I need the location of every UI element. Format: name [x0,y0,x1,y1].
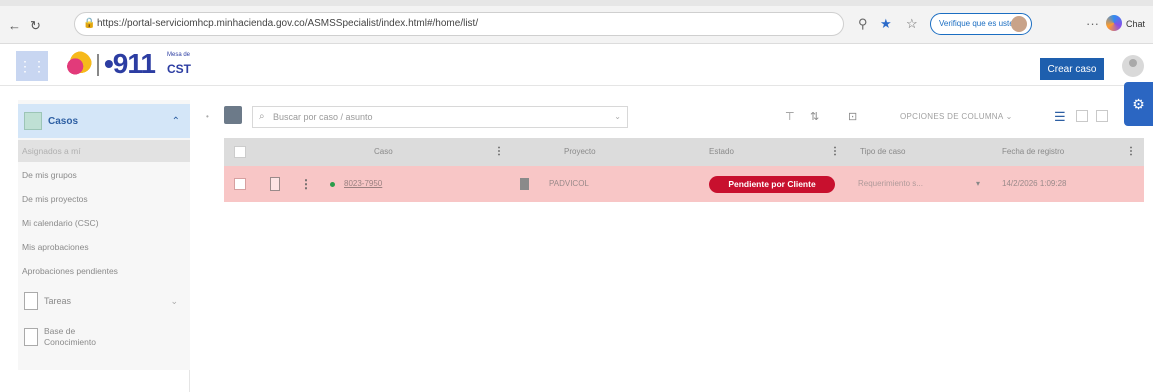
back-arrow-icon[interactable]: ← [8,18,21,33]
logo-cst-text: CST [167,62,191,76]
trash-icon[interactable] [520,178,529,190]
logo-911-text: •911 [104,48,156,79]
knowledge-base-icon [24,328,38,346]
case-number-link[interactable]: 8023-7950 [344,166,382,202]
project-cell: PADVICOL [549,179,589,188]
status-dot-icon [330,182,335,187]
knowledge-label-line1: Base de [44,326,76,336]
select-all-checkbox[interactable] [234,146,246,158]
view-toggle-icon[interactable] [224,106,242,124]
column-header-proyecto[interactable]: Proyecto [564,138,596,166]
column-menu-icon[interactable]: ⋮ [830,146,840,157]
verify-label: Verifique que es usted [939,19,1019,28]
registration-date-cell: 14/2/2026 1:09:28 [1002,179,1067,188]
column-header-fecha[interactable]: Fecha de registro [1002,138,1064,166]
row-checkbox[interactable] [234,178,246,190]
chevron-down-icon[interactable]: ⌄ [170,296,178,307]
refresh-icon[interactable]: ↻ [30,18,41,34]
grid-view-icon[interactable] [1076,110,1088,122]
search-placeholder: Buscar por caso / asunto [273,112,373,122]
search-input[interactable]: ⌕ Buscar por caso / asunto ⌄ [252,106,628,128]
sidebar-item-asignados[interactable]: Asignados a mí [18,140,190,162]
sidebar-item-aprobaciones[interactable]: Mis aprobaciones [18,236,190,258]
column-header-estado[interactable]: Estado [709,138,734,166]
logo-divider [97,54,99,76]
knowledge-label: Base de Conocimiento [44,326,96,348]
chat-label[interactable]: Chat [1126,19,1145,29]
cases-icon [24,112,42,130]
sidebar-item-calendario[interactable]: Mi calendario (CSC) [18,212,190,234]
minhacienda-logo [64,51,92,79]
app-launcher-grid-icon[interactable]: ⋮⋮ [16,51,48,81]
casos-label: Casos [48,115,79,127]
status-badge: Pendiente por Cliente [709,176,835,193]
chevron-down-icon[interactable]: ⌄ [614,107,621,127]
sidebar-item-mis-grupos[interactable]: De mis grupos [18,164,190,186]
sidebar-item-mis-proyectos[interactable]: De mis proyectos [18,188,190,210]
export-icon[interactable]: ⊡ [848,110,857,123]
table-header: Caso ⋮ Proyecto Estado ⋮ Tipo de caso Fe… [224,138,1144,166]
browser-tab-strip [0,0,1153,6]
chevron-up-icon[interactable]: ⌃ [172,116,180,127]
sidebar-item-base-conocimiento[interactable]: Base de Conocimiento [18,320,190,354]
column-menu-icon[interactable]: ⋮ [1126,146,1136,157]
column-options-label: OPCIONES DE COLUMNA [900,112,1004,121]
favorite-star-icon[interactable]: ★ [880,16,892,32]
url-text: https://portal-serviciomhcp.minhacienda.… [97,18,479,29]
case-type-select[interactable]: Requerimiento s... ▾ [852,175,988,193]
tareas-label: Tareas [44,296,72,306]
sidebar: Casos ⌃ Asignados a mí De mis grupos De … [0,100,190,392]
verify-identity-button[interactable]: Verifique que es usted [930,13,1032,35]
browser-toolbar: ← ↻ 🔒 https://portal-serviciomhcp.minhac… [0,0,1153,44]
sidebar-casos-section[interactable]: Casos ⌃ [18,104,190,138]
key-icon[interactable]: ⚲ [858,16,868,32]
column-options-button[interactable]: OPCIONES DE COLUMNA ⌄ [900,112,1013,121]
user-avatar[interactable] [1122,55,1144,77]
column-menu-icon[interactable]: ⋮ [494,146,504,157]
tile-view-icon[interactable] [1096,110,1108,122]
tasks-icon [24,292,38,310]
more-options-icon[interactable]: ··· [1086,16,1099,31]
sort-icon[interactable]: ⇅ [810,110,819,123]
copilot-icon[interactable] [1106,15,1122,31]
app-header: ⋮⋮ •911 Mesa de CST Crear caso [0,44,1153,86]
case-type-value: Requerimiento s... [858,179,923,188]
chevron-down-icon[interactable]: ▾ [976,175,980,193]
lock-icon: 🔒 [83,18,96,29]
column-header-tipo[interactable]: Tipo de caso [860,138,906,166]
create-case-button[interactable]: Crear caso [1040,58,1104,80]
profile-avatar [1011,16,1027,32]
logo-small-text: Mesa de [167,52,191,58]
bullet-icon: • [206,112,209,121]
row-menu-icon[interactable]: ⋮ [300,166,312,202]
favorites-icon[interactable]: ☆ [906,16,918,32]
sidebar-item-tareas[interactable]: Tareas ⌄ [18,288,190,314]
knowledge-label-line2: Conocimiento [44,337,96,347]
filter-icon[interactable]: ⊤ [785,110,795,123]
document-icon[interactable] [270,177,280,191]
list-toolbar: • ⌕ Buscar por caso / asunto ⌄ ⊤ ⇅ ⊡ OPC… [200,100,1153,132]
search-icon: ⌕ [259,111,265,122]
address-bar[interactable]: 🔒 https://portal-serviciomhcp.minhaciend… [74,12,844,36]
list-view-icon[interactable]: ☰ [1054,109,1066,125]
table-row[interactable]: ⋮ 8023-7950 PADVICOL Pendiente por Clien… [224,166,1144,202]
sidebar-item-aprobaciones-pendientes[interactable]: Aprobaciones pendientes [18,260,190,282]
column-header-caso[interactable]: Caso [374,138,393,166]
